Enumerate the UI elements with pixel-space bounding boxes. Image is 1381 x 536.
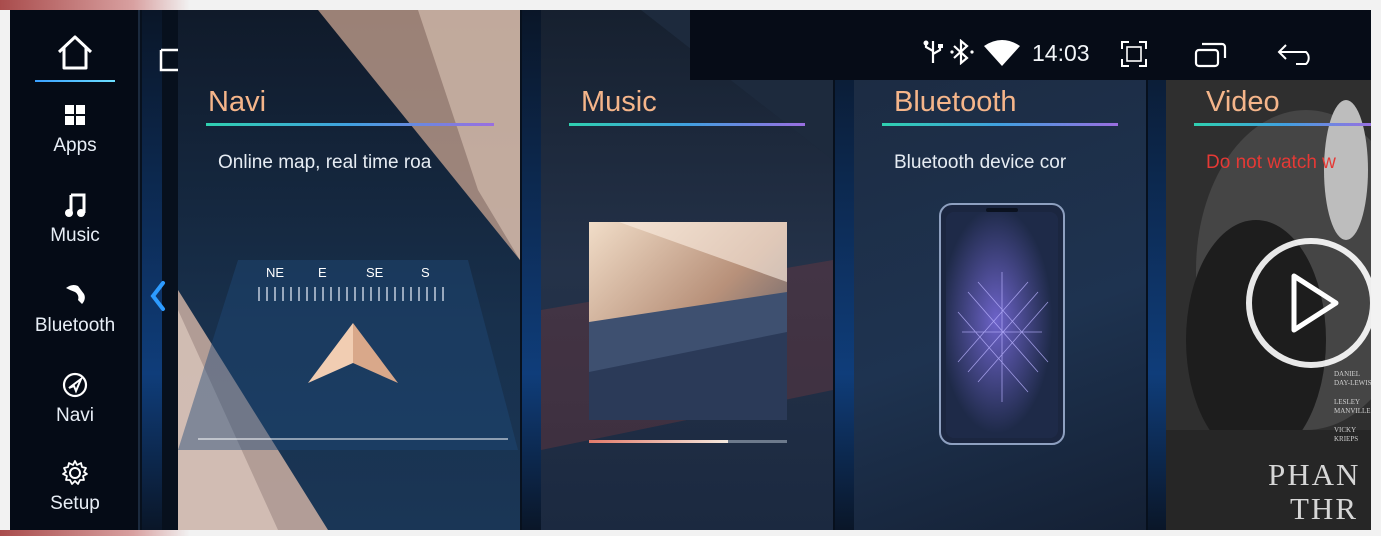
card-title: Navi bbox=[208, 86, 267, 118]
card-title: Bluetooth bbox=[894, 86, 1017, 118]
music-progress-bar[interactable] bbox=[589, 440, 787, 443]
home-icon bbox=[57, 35, 93, 70]
title-underline bbox=[569, 123, 805, 126]
card-divider bbox=[522, 10, 542, 530]
card-divider bbox=[835, 10, 855, 530]
phone-icon bbox=[62, 279, 88, 311]
head-unit-screen: Apps Music Bluetooth Navi Setup Navi Onl… bbox=[10, 10, 1371, 530]
fullscreen-icon[interactable] bbox=[1120, 40, 1148, 68]
video-warning-text: Do not watch w bbox=[1206, 152, 1336, 173]
phone-illustration bbox=[939, 203, 1065, 445]
navigation-arrow-icon bbox=[308, 323, 398, 383]
home-active-indicator bbox=[35, 80, 115, 82]
card-description: Bluetooth device cor bbox=[894, 152, 1067, 173]
poster-credit: DANIEL DAY-LEWIS bbox=[1334, 370, 1371, 387]
album-art bbox=[589, 222, 787, 420]
navigation-icon bbox=[61, 369, 89, 401]
compass-label: NE bbox=[266, 265, 285, 280]
apps-grid-icon bbox=[64, 99, 86, 131]
poster-title-line: THR bbox=[1290, 491, 1358, 526]
card-bluetooth[interactable]: Bluetooth Bluetooth device cor bbox=[854, 10, 1146, 530]
gear-icon bbox=[61, 457, 89, 489]
music-note-icon bbox=[64, 189, 86, 221]
chevron-left-icon[interactable] bbox=[150, 280, 170, 320]
sidebar-item-navi[interactable]: Navi bbox=[10, 358, 140, 438]
wifi-icon bbox=[984, 40, 1020, 66]
card-title: Video bbox=[1206, 86, 1280, 118]
title-underline bbox=[882, 123, 1118, 126]
frame-accent bbox=[0, 0, 190, 10]
card-divider bbox=[1148, 10, 1168, 530]
poster-credit: VICKY KRIEPS bbox=[1334, 426, 1359, 443]
sidebar-item-label: Navi bbox=[55, 405, 94, 426]
title-underline bbox=[206, 123, 494, 126]
sidebar-item-label: Bluetooth bbox=[34, 315, 116, 336]
title-underline bbox=[1194, 123, 1371, 126]
card-description: Online map, real time roa bbox=[218, 152, 432, 173]
card-navi[interactable]: Navi Online map, real time roa NE E SE S bbox=[178, 10, 520, 530]
compass-label: SE bbox=[366, 265, 384, 280]
sidebar: Apps Music Bluetooth Navi Setup bbox=[10, 10, 140, 530]
back-icon[interactable] bbox=[1276, 42, 1318, 66]
frame-accent-bottom bbox=[0, 530, 190, 536]
compass-strip: NE E SE S bbox=[258, 265, 458, 305]
compass-label: S bbox=[421, 265, 430, 280]
sidebar-item-label: Music bbox=[50, 225, 100, 246]
sidebar-item-label: Apps bbox=[53, 135, 97, 156]
usb-icon bbox=[923, 40, 943, 63]
poster-title: PHAN THR bbox=[1268, 458, 1360, 526]
music-progress-fill bbox=[589, 440, 728, 443]
card-title: Music bbox=[581, 86, 657, 118]
clock: 14:03 bbox=[1032, 40, 1090, 66]
play-button[interactable] bbox=[1246, 238, 1371, 368]
card-music[interactable]: Music bbox=[541, 10, 833, 530]
recent-apps-icon[interactable] bbox=[1194, 40, 1228, 68]
sidebar-item-apps[interactable]: Apps bbox=[10, 88, 140, 168]
navi-baseline bbox=[198, 438, 508, 440]
card-video[interactable]: Video Do not watch w DANIEL DAY-LEWIS LE… bbox=[1166, 10, 1371, 530]
poster-credit: LESLEY MANVILLE bbox=[1334, 398, 1371, 415]
left-edge-strip bbox=[142, 10, 162, 530]
compass-label: E bbox=[318, 265, 327, 280]
sidebar-item-setup[interactable]: Setup bbox=[10, 446, 140, 526]
play-icon bbox=[1291, 273, 1339, 333]
status-bar: 14:03 bbox=[690, 10, 1371, 80]
sidebar-item-music[interactable]: Music bbox=[10, 178, 140, 258]
sidebar-item-bluetooth[interactable]: Bluetooth bbox=[10, 268, 140, 348]
home-button[interactable] bbox=[35, 22, 115, 82]
bluetooth-icon bbox=[950, 39, 974, 65]
poster-title-line: PHAN bbox=[1268, 457, 1361, 492]
poster-credits: DANIEL DAY-LEWIS LESLEY MANVILLE VICKY K… bbox=[1334, 370, 1371, 444]
sidebar-item-label: Setup bbox=[50, 493, 100, 514]
